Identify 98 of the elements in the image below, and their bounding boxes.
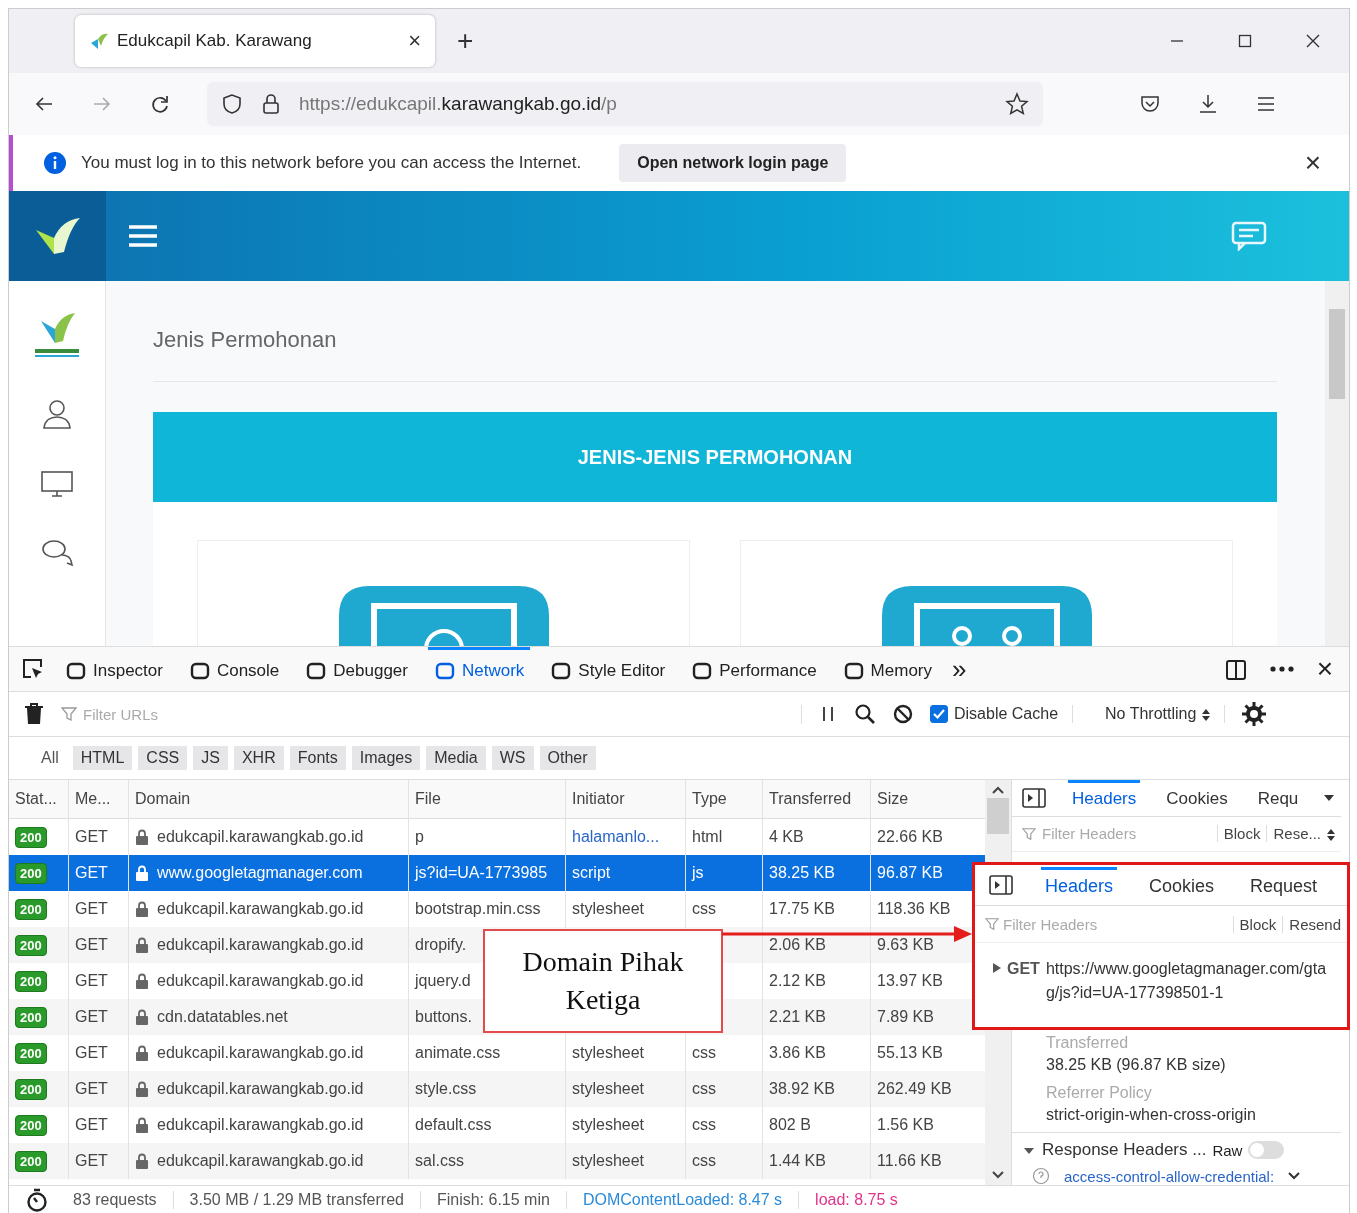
table-cell: 22.66 KB <box>877 828 943 846</box>
table-cell: 17.75 KB <box>769 900 835 918</box>
table-cell: css <box>692 900 716 918</box>
table-cell: GET <box>75 1044 108 1062</box>
table-cell: 3.86 KB <box>769 1044 826 1062</box>
table-cell: edukcapil.karawangkab.go.id <box>157 972 364 990</box>
table-cell: p <box>415 828 424 846</box>
status-badge: 200 <box>15 1150 47 1172</box>
page-heading: Jenis Permohonan <box>153 327 1277 382</box>
table-cell: stylesheet <box>572 1044 645 1062</box>
table-cell: cdn.datatables.net <box>157 1008 288 1026</box>
table-cell: 55.13 KB <box>877 1044 943 1062</box>
table-cell: edukcapil.karawangkab.go.id <box>157 1116 364 1134</box>
field-label: Referrer Policy <box>1046 1084 1153 1103</box>
tab-label: Cookies <box>1148 875 1216 898</box>
table-cell: css <box>692 1116 716 1134</box>
table-cell: 96.87 KB <box>877 864 943 882</box>
table-cell: GET <box>75 1116 108 1134</box>
table-cell: edukcapil.karawangkab.go.id <box>157 936 364 954</box>
request-count: 83 requests <box>49 1191 174 1209</box>
status-badge: 200 <box>15 970 47 992</box>
filter-headers-field: Filter Headers <box>1003 915 1098 933</box>
finish-time: Finish: 6.15 min <box>420 1191 567 1209</box>
table-cell: edukcapil.karawangkab.go.id <box>157 900 364 918</box>
table-cell: dropify. <box>415 936 467 954</box>
table-cell: script <box>572 864 611 882</box>
transfer-size: 3.50 MB / 1.29 MB transferred <box>173 1191 421 1209</box>
table-cell: stylesheet <box>572 1116 645 1134</box>
tab-label: Request <box>1249 875 1319 898</box>
table-cell: animate.css <box>415 1044 501 1062</box>
table-cell: edukcapil.karawangkab.go.id <box>157 1044 364 1062</box>
status-badge: 200 <box>15 1114 47 1136</box>
table-cell: 1.44 KB <box>769 1152 826 1170</box>
table-cell: 118.36 KB <box>877 900 951 918</box>
table-cell: sal.css <box>415 1152 464 1170</box>
table-cell: GET <box>75 1152 108 1170</box>
field-value: 38.25 KB (96.87 KB size) <box>1046 1056 1227 1075</box>
request-method: GET <box>1007 959 1040 979</box>
table-cell: 38.25 KB <box>769 864 835 882</box>
table-cell: stylesheet <box>572 900 645 918</box>
table-cell: 9.63 KB <box>877 936 934 954</box>
disable-cache-label: Disable Cache <box>954 705 1059 723</box>
table-cell: 262.49 KB <box>877 1080 952 1098</box>
table-cell: stylesheet <box>572 1152 645 1170</box>
dom-loaded-time: DOMContentLoaded: 8.47 s <box>566 1191 800 1209</box>
table-cell: css <box>692 1152 716 1170</box>
table-cell: edukcapil.karawangkab.go.id <box>157 1152 364 1170</box>
status-badge: 200 <box>15 934 47 956</box>
panel-title-bar: JENIS-JENIS PERMOHONAN <box>153 412 1277 502</box>
url-text: https://edukcapil.karawangkab.go.id/p <box>299 93 618 115</box>
table-cell: 11.66 KB <box>877 1152 942 1170</box>
raw-label: Raw <box>1212 1141 1243 1159</box>
status-badge: 200 <box>15 1078 47 1100</box>
callout-tooltip: Domain Pihak Ketiga <box>483 929 723 1033</box>
table-cell: GET <box>75 1008 108 1026</box>
table-cell: 2.12 KB <box>769 972 826 990</box>
field-value: strict-origin-when-cross-origin <box>1046 1106 1257 1125</box>
status-badge: 200 <box>15 1006 47 1028</box>
table-cell: style.css <box>415 1080 477 1098</box>
table-cell: bootstrap.min.css <box>415 900 541 918</box>
status-badge: 200 <box>15 826 47 848</box>
table-cell: js <box>692 864 704 882</box>
table-cell: www.googletagmanager.com <box>157 864 363 882</box>
table-cell: jquery.d <box>415 972 471 990</box>
table-cell: GET <box>75 972 108 990</box>
table-cell: GET <box>75 828 108 846</box>
status-badge: 200 <box>15 1042 47 1064</box>
table-cell: GET <box>75 1080 108 1098</box>
table-cell: default.css <box>415 1116 492 1134</box>
table-cell: GET <box>75 936 108 954</box>
block-label: Block <box>1232 915 1283 933</box>
request-url: https://www.googletagmanager.com/gtag/js?id=UA-177398501-1 <box>1045 959 1328 1003</box>
field-label: Transferred <box>1046 1034 1130 1053</box>
table-cell: 2.21 KB <box>769 1008 826 1026</box>
table-cell: edukcapil.karawangkab.go.id <box>157 828 364 846</box>
table-cell: 38.92 KB <box>769 1080 835 1098</box>
table-cell: html <box>692 828 723 846</box>
table-cell: 802 B <box>769 1116 811 1134</box>
status-badge: 200 <box>15 898 47 920</box>
table-cell: GET <box>75 900 108 918</box>
table-cell: css <box>692 1044 716 1062</box>
table-cell: GET <box>75 864 108 882</box>
table-cell: edukcapil.karawangkab.go.id <box>157 1080 364 1098</box>
load-time: load: 8.75 s <box>814 1191 899 1209</box>
table-cell: 13.97 KB <box>877 972 943 990</box>
status-badge: 200 <box>15 862 47 884</box>
tab-title: Edukcapil Kab. Karawang <box>117 31 313 51</box>
table-cell: 4 KB <box>769 828 804 846</box>
table-cell: buttons. <box>415 1008 472 1026</box>
table-cell: js?id=UA-1773985 <box>415 864 548 882</box>
resend-label: Resend <box>1282 915 1347 933</box>
notification-message: You must log in to this network before you can access the Internet. <box>81 153 582 173</box>
table-cell: 2.06 KB <box>769 936 826 954</box>
table-cell: css <box>692 1080 716 1098</box>
tab-label: Headers <box>1041 867 1118 903</box>
table-cell: stylesheet <box>572 1080 645 1098</box>
table-cell: 7.89 KB <box>877 1008 934 1026</box>
table-cell: 1.56 KB <box>877 1116 934 1134</box>
